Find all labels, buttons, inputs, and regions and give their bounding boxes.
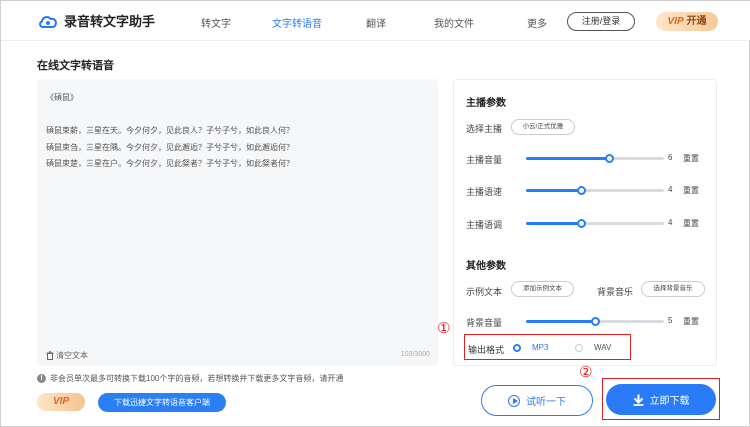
bg-volume-slider[interactable] bbox=[526, 317, 664, 326]
try-listen-label: 试听一下 bbox=[526, 397, 566, 408]
vip-mark: VIP bbox=[667, 16, 684, 27]
vip-badge[interactable]: VIP bbox=[37, 393, 85, 411]
register-login-button[interactable]: 注册/登录 bbox=[567, 12, 635, 31]
format-mp3-label[interactable]: MP3 bbox=[532, 343, 548, 352]
slider-knob[interactable] bbox=[577, 186, 587, 195]
top-header: 录音转文字助手 转文字 文字转语音 翻译 我的文件 更多 注册/登录 VIP 开… bbox=[1, 1, 750, 41]
annotation-marker-1: ① bbox=[437, 319, 451, 337]
anchor-select-button[interactable]: 小云/正式优雅 bbox=[511, 119, 575, 135]
anchor-pitch-value: 4 bbox=[668, 218, 673, 227]
nav-more[interactable]: 更多 bbox=[527, 15, 547, 30]
format-wav-label[interactable]: WAV bbox=[594, 343, 611, 352]
trash-icon bbox=[46, 351, 54, 360]
text-editor[interactable]: 《碩鼠》 碩鼠束薪，三星在天。今夕何夕，见此良人？子兮子兮，如此良人何？ 碩鼠束… bbox=[37, 79, 438, 366]
page-title: 在线文字转语音 bbox=[37, 60, 114, 72]
bg-volume-value: 5 bbox=[668, 316, 673, 325]
annotation-marker-2: ② bbox=[579, 363, 593, 381]
download-now-button[interactable]: 立即下载 bbox=[606, 384, 716, 415]
play-icon bbox=[508, 394, 520, 407]
app-title: 录音转文字助手 bbox=[64, 14, 156, 29]
nav-my-files[interactable]: 我的文件 bbox=[434, 15, 474, 30]
app-logo[interactable]: 录音转文字助手 bbox=[38, 11, 155, 30]
add-sample-text-button[interactable]: 添加示例文本 bbox=[511, 281, 574, 297]
format-mp3-radio[interactable] bbox=[513, 344, 521, 352]
notice-text: 非会员单次最多可转换下载100个字的音频，若想转换并下载更多文字音频，请开通 bbox=[50, 374, 344, 383]
anchor-pitch-reset[interactable]: 重置 bbox=[683, 218, 699, 229]
anchor-volume-label: 主播音量 bbox=[466, 155, 503, 165]
nav-text-to-speech[interactable]: 文字转语音 bbox=[272, 15, 322, 30]
slider-knob[interactable] bbox=[591, 317, 600, 326]
try-listen-button[interactable]: 试听一下 bbox=[481, 385, 593, 416]
sample-text-label: 示例文本 bbox=[466, 287, 503, 297]
download-client-button[interactable]: 下载迅捷文字转语音客户端 bbox=[98, 393, 226, 412]
bg-volume-reset[interactable]: 重置 bbox=[683, 316, 699, 327]
anchor-volume-value: 6 bbox=[668, 153, 673, 162]
slider-knob[interactable] bbox=[577, 219, 587, 228]
anchor-speed-reset[interactable]: 重置 bbox=[683, 185, 699, 196]
bg-volume-label: 背景音量 bbox=[466, 318, 503, 328]
nav-translate[interactable]: 翻译 bbox=[366, 15, 386, 30]
other-params-title: 其他参数 bbox=[466, 261, 506, 272]
download-icon bbox=[633, 394, 643, 406]
clear-text-label: 清空文本 bbox=[56, 351, 88, 360]
member-notice: ! 非会员单次最多可转换下载100个字的音频，若想转换并下载更多文字音频，请开通 bbox=[37, 373, 343, 384]
vip-open-button[interactable]: VIP 开通 bbox=[656, 12, 718, 31]
anchor-speed-value: 4 bbox=[668, 185, 673, 194]
clear-text-button[interactable]: 清空文本 bbox=[46, 350, 88, 361]
anchor-pitch-slider[interactable] bbox=[526, 219, 664, 228]
anchor-speed-label: 主播语速 bbox=[466, 187, 503, 197]
settings-panel: 主播参数 选择主播 小云/正式优雅 主播音量 6 重置 主播语速 4 重置 主播… bbox=[453, 79, 717, 366]
anchor-params-title: 主播参数 bbox=[466, 98, 506, 109]
format-wav-radio[interactable] bbox=[575, 344, 583, 352]
cloud-logo-icon bbox=[39, 15, 57, 28]
info-icon: ! bbox=[37, 374, 46, 383]
output-format-label: 输出格式 bbox=[468, 345, 505, 355]
output-format-group: 输出格式 MP3 WAV bbox=[464, 334, 631, 360]
slider-knob[interactable] bbox=[604, 154, 614, 163]
anchor-select-label: 选择主播 bbox=[466, 124, 503, 134]
anchor-volume-reset[interactable]: 重置 bbox=[683, 153, 699, 164]
bgm-label: 背景音乐 bbox=[597, 287, 634, 297]
anchor-volume-slider[interactable] bbox=[526, 154, 664, 163]
anchor-speed-slider[interactable] bbox=[526, 186, 664, 195]
anchor-pitch-label: 主播语调 bbox=[466, 220, 503, 230]
vip-open-label: 开通 bbox=[686, 16, 707, 27]
editor-content[interactable]: 《碩鼠》 碩鼠束薪，三星在天。今夕何夕，见此良人？子兮子兮，如此良人何？ 碩鼠束… bbox=[46, 90, 294, 173]
nav-transcribe[interactable]: 转文字 bbox=[201, 15, 231, 30]
download-now-label: 立即下载 bbox=[649, 396, 690, 407]
select-bgm-button[interactable]: 选择背景音乐 bbox=[641, 281, 705, 297]
char-counter: 103/3000 bbox=[400, 351, 430, 358]
